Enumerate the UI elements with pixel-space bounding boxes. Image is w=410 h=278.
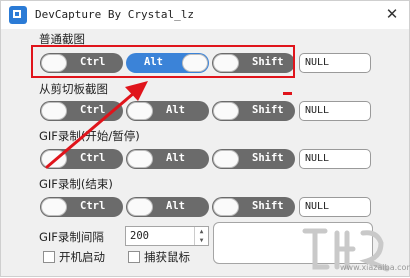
watermark-site-text: www.xiazaiba.com bbox=[340, 263, 410, 272]
app-window: DevCapture By Crystal_lz ✕ 普通截图 Ctrl Alt… bbox=[0, 0, 410, 277]
